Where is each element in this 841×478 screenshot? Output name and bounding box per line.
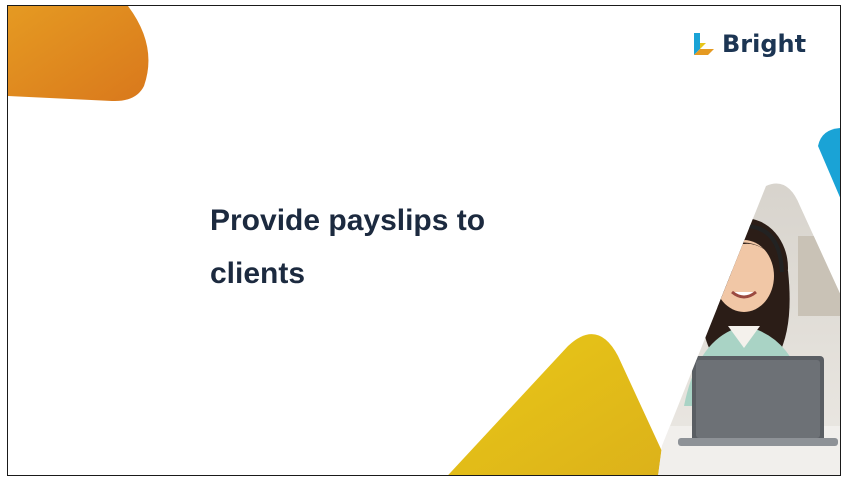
woman-with-laptop-photo — [658, 183, 840, 475]
slide-title: Provide payslips to clients — [210, 204, 486, 290]
presentation-slide: Bright Provide payslips to clients — [7, 5, 841, 476]
orange-decorative-shape — [8, 6, 149, 102]
bright-logo-mark-icon — [694, 33, 714, 55]
brand-name: Bright — [722, 30, 807, 58]
brand-logo: Bright — [692, 30, 806, 58]
